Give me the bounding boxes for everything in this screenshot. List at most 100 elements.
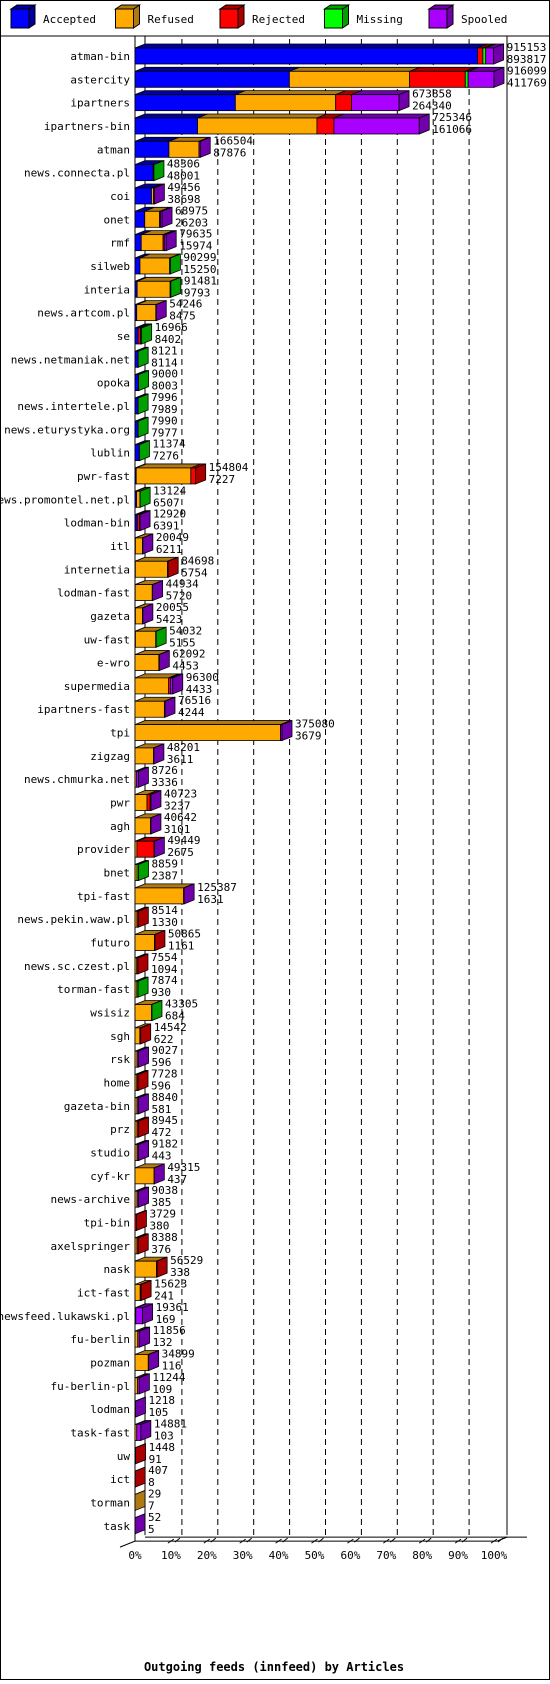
bar-side-face (164, 696, 176, 718)
bar-row-futuro: futuro508651161 (90, 928, 201, 953)
bar-segment-refused (135, 630, 157, 648)
bar-side-face (153, 836, 165, 858)
bar-label: astercity (70, 73, 130, 86)
legend-swatch (115, 8, 134, 29)
bar-label: se (117, 330, 130, 343)
bar-side-face (137, 346, 149, 368)
bar-label: news.netmaniak.net (11, 353, 130, 366)
bar-side-face (151, 999, 163, 1022)
bar-side-face (154, 929, 166, 952)
bar-label: bnet (104, 867, 131, 880)
bar-row-cyf-kr: cyf-kr49315437 (90, 1161, 200, 1186)
legend-label: Accepted (43, 13, 96, 26)
bar-segment-rejected (146, 794, 151, 811)
bar-side-face (139, 1326, 151, 1348)
bar-segment-spooled (135, 1307, 143, 1325)
x-tick-label: 40% (269, 1549, 289, 1562)
bar-side-face (137, 393, 149, 415)
bar-segment-top-refused (136, 463, 201, 469)
bar-label: gazeta (90, 610, 130, 623)
bar-label: onet (104, 213, 131, 226)
bar-label: tpi (110, 727, 130, 740)
bar-label: pwr-fast (77, 470, 130, 483)
legend-label: Rejected (252, 13, 305, 26)
bar-segment-refused (134, 817, 152, 835)
bar-segment-top-spooled (333, 113, 430, 119)
bar-row-news-eturystyka-org: news.eturystyka.org79907977 (4, 414, 177, 439)
bar-segment-refused (136, 490, 141, 508)
bar-row-nask: nask56529338 (104, 1254, 204, 1279)
legend: Accepted Refused Rejected Missing Spooled (9, 4, 507, 29)
bar-side-face (139, 1373, 150, 1395)
bar-label: opoka (97, 377, 130, 390)
bar-label: agh (110, 820, 130, 833)
bar-row-onet: onet6897526203 (104, 204, 209, 229)
bar-label: fu-berlin-pl (51, 1380, 130, 1393)
bar-second-label: 376 (151, 1243, 171, 1256)
bar-row-provider: provider494492675 (77, 834, 200, 859)
bar-label: pozman (90, 1356, 130, 1369)
bar-label: news.pekin.waw.pl (17, 913, 130, 926)
legend-label: Refused (148, 13, 194, 26)
bar-row-lodman: lodman1218105 (90, 1394, 175, 1419)
bar-segment-refused (134, 654, 160, 671)
bar-segment-accepted (134, 397, 139, 415)
bar-side-face (136, 1209, 147, 1232)
x-axis-corner-left (119, 1540, 136, 1548)
bar-label: lodman (90, 1403, 130, 1416)
bar-segment-accepted (134, 234, 142, 252)
bar-label: news.chmurka.net (24, 773, 130, 786)
bar-segment-refused (134, 677, 169, 695)
bar-label: news.connecta.pl (24, 167, 130, 180)
bar-side-face (418, 113, 430, 135)
bar-row-home: home7728596 (104, 1068, 178, 1093)
bar-row-opoka: opoka90008003 (97, 368, 178, 393)
bar-segment-refused (134, 537, 143, 555)
bar-label: atman (97, 143, 130, 156)
bar-row-pwr-fast: pwr-fast1548047227 (77, 461, 249, 486)
bar-row-pwr: pwr407233237 (110, 788, 197, 813)
bar-second-label: 1631 (197, 893, 224, 906)
bar-row-news-intertele-pl: news.intertele.pl79967989 (17, 391, 177, 416)
bar-segment-refused (136, 280, 171, 298)
bar-segment-rejected (190, 467, 197, 485)
bar-label: news.sc.czest.pl (24, 960, 130, 973)
bar-segment-accepted (134, 420, 139, 438)
bar-segment-accepted (134, 350, 139, 368)
bar-label: lodman-bin (64, 517, 130, 530)
bar-row-se: se169668402 (117, 321, 188, 346)
bar-row-fu-berlin-pl: fu-berlin-pl11244109 (51, 1371, 186, 1396)
x-tick-label: 70% (376, 1549, 396, 1562)
bar-side-face (138, 766, 149, 788)
bar-side-face (137, 976, 149, 998)
bar-segment-refused (134, 1354, 149, 1371)
bar-segment-spooled (351, 94, 400, 112)
bar-segment-missing (464, 70, 469, 88)
bar-side-face (138, 1093, 149, 1115)
bar-segment-spooled (136, 1424, 142, 1441)
bar-label: pwr (110, 797, 130, 810)
bar-row-rsk: rsk9027596 (110, 1044, 178, 1069)
bar-second-label: 5 (148, 1523, 155, 1536)
bar-label: news.artcom.pl (37, 307, 130, 320)
bar-side-face (155, 300, 167, 322)
bar-row-ict-fast: ict-fast15623241 (77, 1277, 187, 1302)
bar-label: uw (117, 1450, 131, 1463)
bar-segment-accepted (134, 94, 236, 112)
legend-item-spooled: Spooled (427, 4, 507, 29)
bar-second-label: 3679 (295, 730, 322, 743)
bar-label: nask (104, 1263, 131, 1276)
bar-side-face (142, 533, 154, 555)
bar-side-face (195, 463, 207, 485)
bar-side-face (141, 323, 153, 345)
bar-side-face (281, 719, 293, 742)
bar-row-gazeta: gazeta200555423 (90, 601, 189, 626)
bar-segment-rejected (477, 47, 484, 65)
bar-row-task: task525 (104, 1511, 162, 1536)
bar-segment-refused (234, 94, 337, 112)
bar-side-face (140, 1279, 152, 1302)
bar-label: torman-fast (57, 983, 130, 996)
x-tick-label: 80% (412, 1549, 432, 1562)
bar-row-fu-berlin: fu-berlin11856132 (70, 1324, 185, 1349)
bar-label: e-wro (97, 657, 130, 670)
